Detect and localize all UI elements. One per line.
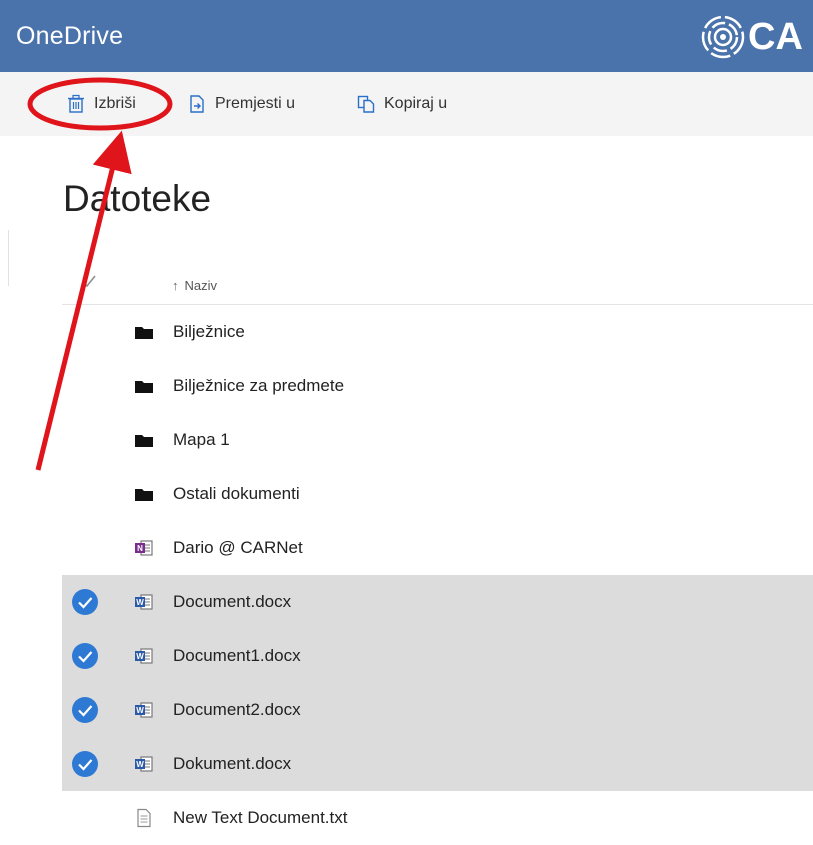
brand-text: CA (748, 15, 803, 58)
file-row[interactable]: Ostali dokumenti (62, 467, 813, 521)
page-title: Datoteke (63, 178, 212, 219)
file-row[interactable]: Mapa 1 (62, 413, 813, 467)
app-title[interactable]: OneDrive (16, 22, 123, 51)
file-name[interactable]: Mapa 1 (173, 430, 230, 450)
delete-label: Izbriši (94, 95, 136, 112)
word-icon: W (134, 592, 154, 612)
name-column-header[interactable]: ↑ Naziv (172, 278, 217, 293)
file-name[interactable]: New Text Document.txt (173, 808, 347, 828)
folder-icon (134, 430, 154, 450)
file-row[interactable]: W Document1.docx (62, 629, 813, 683)
file-name[interactable]: Document1.docx (173, 646, 301, 666)
copy-label: Kopiraj u (384, 95, 448, 112)
brand-logo[interactable]: CA (700, 14, 803, 60)
move-label: Premjesti u (215, 95, 296, 112)
copy-to-button[interactable]: Kopiraj u (356, 84, 447, 124)
folder-icon (134, 484, 154, 504)
file-row[interactable]: New Text Document.txt (62, 791, 813, 845)
file-name[interactable]: Bilježnice (173, 322, 245, 342)
column-header: ↑ Naziv (62, 260, 813, 305)
selected-checkmark-icon[interactable] (72, 751, 98, 777)
file-row[interactable]: W Document.docx (62, 575, 813, 629)
file-name[interactable]: Dokument.docx (173, 754, 291, 774)
file-name[interactable]: Document2.docx (173, 700, 301, 720)
file-row[interactable]: Bilježnice za predmete (62, 359, 813, 413)
selected-checkmark-icon[interactable] (72, 643, 98, 669)
word-icon: W (134, 754, 154, 774)
name-column-label: Naziv (184, 278, 218, 293)
file-row[interactable]: Bilježnice (62, 305, 813, 359)
carnet-logo-icon (701, 15, 745, 59)
move-to-button[interactable]: Premjesti u (187, 84, 295, 124)
file-row[interactable]: W Dokument.docx (62, 737, 813, 791)
select-all-checkmark-icon[interactable] (80, 272, 98, 290)
word-icon: W (134, 646, 154, 666)
move-icon (190, 95, 204, 113)
folder-icon (134, 376, 154, 396)
file-row[interactable]: N Dario @ CARNet (62, 521, 813, 575)
trash-icon (68, 94, 84, 113)
selected-checkmark-icon[interactable] (72, 589, 98, 615)
svg-text:W: W (136, 652, 144, 661)
file-name[interactable]: Bilježnice za predmete (173, 376, 344, 396)
svg-text:W: W (136, 706, 144, 715)
text-file-icon (134, 808, 154, 828)
command-bar: Izbriši Premjesti u Kopiraj u (0, 72, 813, 136)
file-name[interactable]: Ostali dokumenti (173, 484, 300, 504)
file-name[interactable]: Dario @ CARNet (173, 538, 303, 558)
onenote-icon: N (134, 538, 154, 558)
selected-checkmark-icon[interactable] (72, 697, 98, 723)
svg-text:W: W (136, 598, 144, 607)
top-bar: OneDrive CA (0, 0, 813, 72)
file-row[interactable]: W Document2.docx (62, 683, 813, 737)
svg-text:W: W (136, 760, 144, 769)
delete-button[interactable]: Izbriši (66, 84, 136, 124)
copy-icon (357, 95, 375, 113)
file-name[interactable]: Document.docx (173, 592, 291, 612)
file-list: Bilježnice Bilježnice za predmete Mapa 1 Os… (62, 305, 813, 845)
sort-ascending-icon: ↑ (172, 278, 179, 293)
divider (8, 230, 9, 286)
word-icon: W (134, 700, 154, 720)
folder-icon (134, 322, 154, 342)
svg-text:N: N (137, 544, 143, 553)
